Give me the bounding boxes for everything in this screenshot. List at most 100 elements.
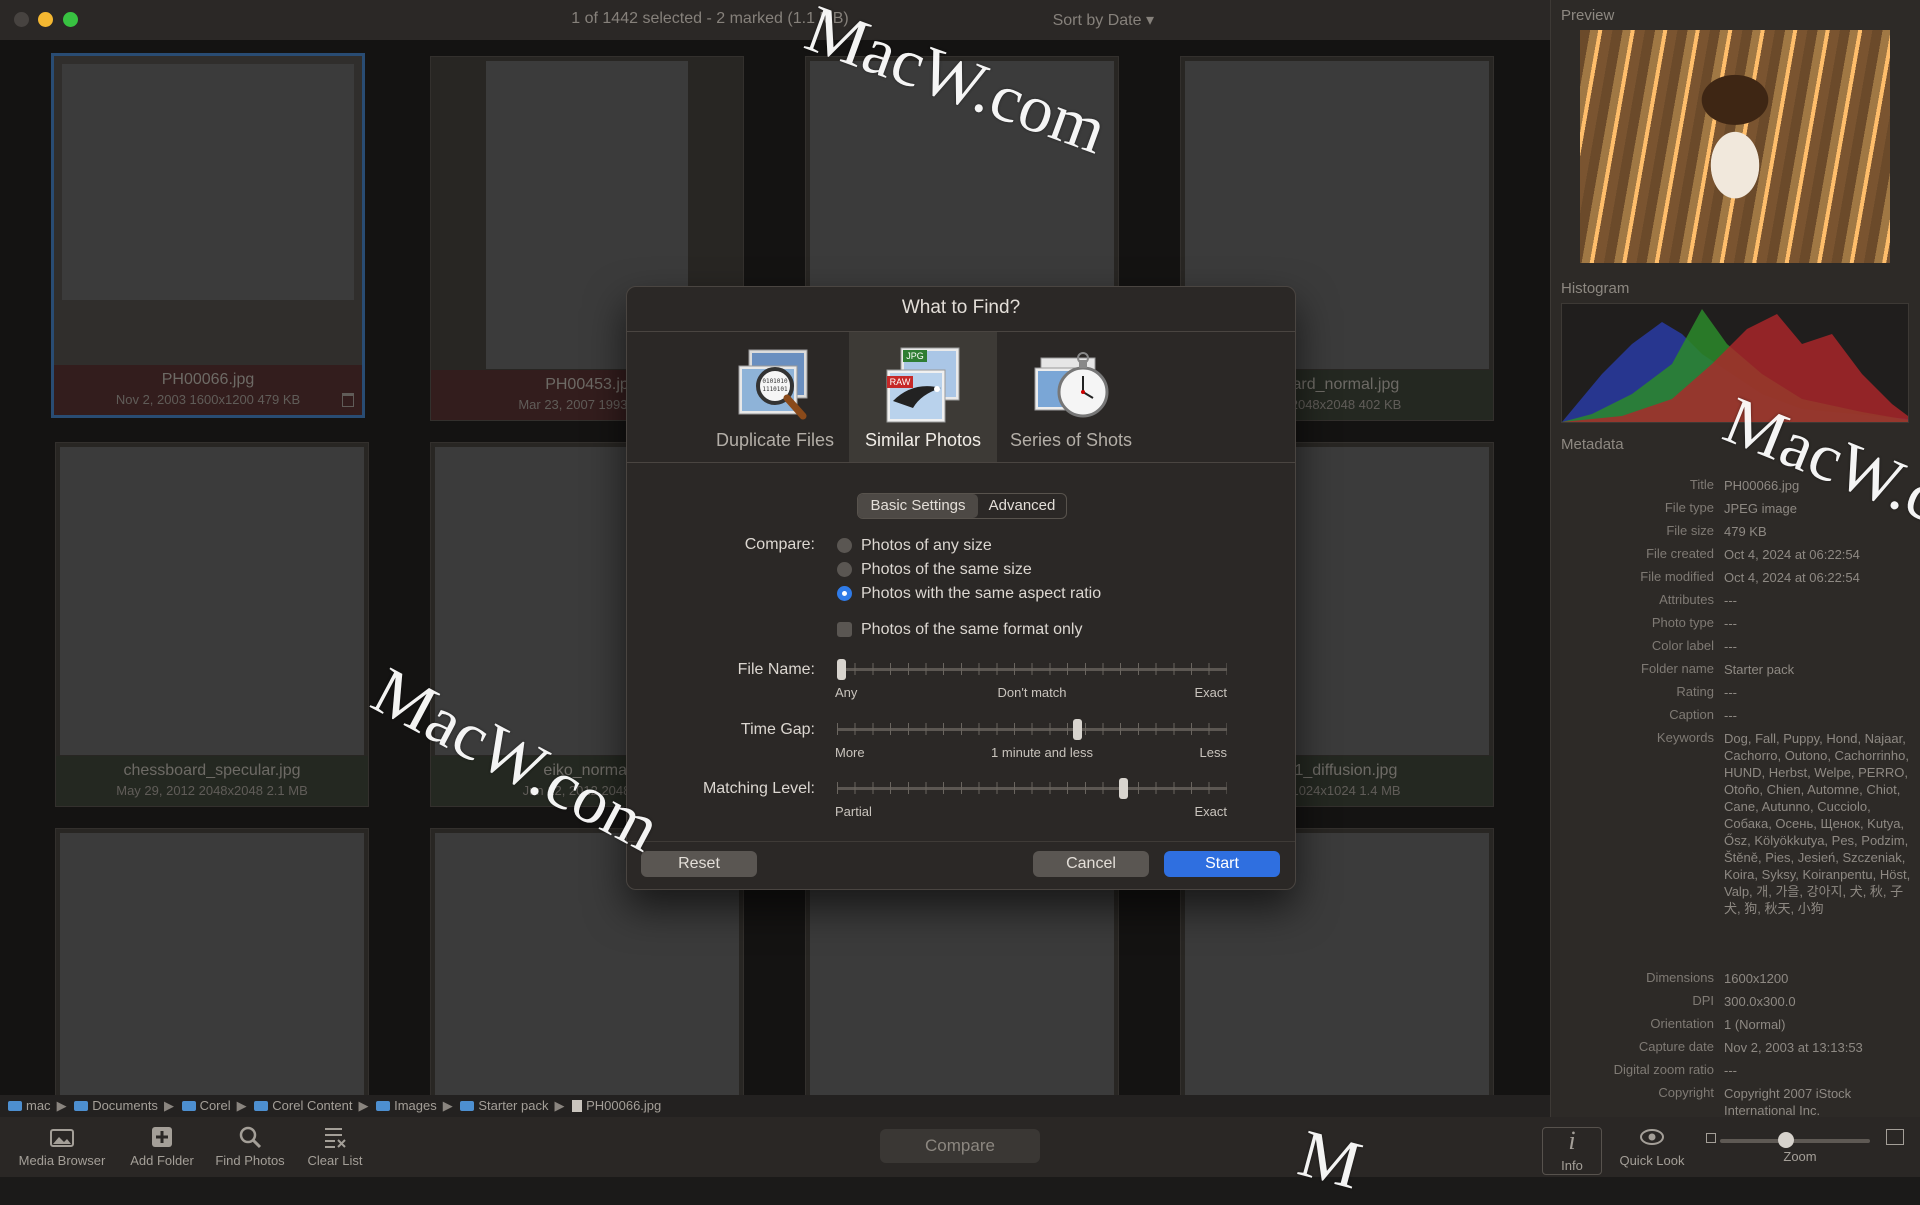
path-bar: mac ▶ Documents ▶ Corel ▶ Corel Content ▶ Im… [0,1095,1550,1117]
metadata-key: Rating [1676,684,1714,699]
info-label: Info [1561,1158,1583,1173]
radio-button-selected[interactable] [837,586,852,601]
start-button[interactable]: Start [1164,851,1280,877]
slider-knob[interactable] [1119,778,1128,799]
quick-look-button[interactable]: Quick Look [1612,1125,1692,1168]
time-gap-max-label: Less [1199,745,1227,760]
metadata-key: Keywords [1656,730,1714,745]
metadata-key: Capture date [1638,1039,1714,1054]
compare-button[interactable]: Compare [880,1129,1040,1163]
media-browser-icon [50,1129,74,1147]
slider-ticks [837,723,1227,735]
zoom-window-button[interactable] [63,12,78,27]
option-label: Photos of the same format only [861,621,1083,638]
compare-label: Compare: [744,536,815,553]
quick-look-label: Quick Look [1619,1153,1685,1168]
metadata-value: Oct 4, 2024 at 06:22:54 [1724,547,1860,562]
folder-icon [376,1101,391,1111]
metadata-header: Metadata [1561,436,1624,453]
mode-series-of-shots[interactable]: Series of Shots [997,332,1145,462]
media-browser-button[interactable]: Media Browser [14,1125,110,1168]
path-crumb[interactable]: mac [8,1095,51,1117]
metadata-value: 1 (Normal) [1724,1017,1786,1032]
checkbox[interactable] [837,622,852,637]
close-window-button[interactable] [14,12,29,27]
path-crumb-label: Starter pack [478,1098,549,1113]
add-folder-button[interactable]: Add Folder [124,1125,200,1168]
path-crumb[interactable]: Images [376,1095,437,1117]
metadata-key: Folder name [1641,661,1714,676]
slider-knob[interactable] [837,659,846,680]
path-crumb-label: Images [394,1098,437,1113]
dialog-title: What to Find? [901,297,1021,318]
clear-list-button[interactable]: Clear List [300,1125,370,1168]
title-bar: 1 of 1442 selected - 2 marked (1.1 MB) S… [0,0,1550,40]
matching-level-slider[interactable] [837,778,1227,799]
metadata-key: Photo type [1651,615,1714,630]
metadata-key: File type [1664,500,1714,515]
mode-label: Series of Shots [1009,430,1133,450]
path-crumb[interactable]: Documents [74,1095,158,1117]
metadata-key: Title [1689,477,1714,492]
path-crumb[interactable]: Corel Content [254,1095,352,1117]
mode-similar-photos[interactable]: JPG RAW Similar Photos [849,332,997,462]
tab-basic-settings[interactable]: Basic Settings [858,494,978,518]
chevron-right-icon: ▶ [442,1098,453,1113]
mode-label: Similar Photos [864,430,982,450]
radio-button[interactable] [837,562,852,577]
info-button[interactable]: i Info [1542,1127,1602,1175]
metadata-value: Copyright 2007 iStock International Inc. [1724,1086,1852,1118]
metadata-key: Orientation [1650,1016,1714,1031]
metadata-key: DPI [1692,993,1714,1008]
metadata-value: --- [1724,1063,1737,1078]
path-crumb[interactable]: PH00066.jpg [572,1095,661,1117]
divider [627,841,1295,842]
mode-duplicate-files[interactable]: 0101010 1110101 Duplicate Files [701,332,849,462]
zoom-slider-knob[interactable] [1778,1132,1794,1148]
sort-menu[interactable]: Sort by Date ▾ [1053,10,1154,30]
file-icon [572,1100,583,1112]
slider-ticks [837,663,1227,675]
svg-text:0101010: 0101010 [762,378,788,385]
time-gap-label: Time Gap: [740,721,815,738]
metadata-key: Copyright [1658,1085,1714,1100]
compare-option-any-size[interactable]: Photos of any size [837,537,992,555]
option-label: Photos of the same size [861,561,1032,578]
metadata-value: 1600x1200 [1724,971,1789,986]
path-crumb[interactable]: Starter pack [460,1095,548,1117]
reset-button[interactable]: Reset [641,851,757,877]
folder-icon [181,1101,196,1111]
tab-advanced[interactable]: Advanced [978,494,1066,518]
media-browser-label: Media Browser [18,1153,106,1168]
bottom-toolbar: Media Browser Add Folder Find Photos Cle… [0,1117,1920,1177]
metadata-value: --- [1724,616,1737,631]
compare-option-same-size[interactable]: Photos of the same size [837,561,1032,579]
find-photos-button[interactable]: Find Photos [208,1125,292,1168]
path-crumb-label: PH00066.jpg [586,1098,662,1113]
minimize-window-button[interactable] [38,12,53,27]
radio-button[interactable] [837,538,852,553]
zoom-label: Zoom [1783,1149,1817,1164]
zoom-slider[interactable] [1720,1139,1870,1143]
chevron-right-icon: ▶ [56,1098,67,1113]
compare-option-same-aspect-ratio[interactable]: Photos with the same aspect ratio [837,585,1101,603]
slider-ticks [837,782,1227,794]
divider [627,462,1295,463]
cancel-button[interactable]: Cancel [1033,851,1149,877]
path-crumb-label: mac [26,1098,51,1113]
time-gap-slider[interactable] [837,719,1227,740]
time-gap-min-label: More [835,745,865,760]
option-label: Photos of any size [861,537,992,554]
matching-level-label: Matching Level: [702,780,815,797]
chevron-right-icon: ▶ [236,1098,247,1113]
metadata-value: --- [1724,639,1737,654]
chevron-right-icon: ▶ [358,1098,369,1113]
path-crumb-label: Corel Content [272,1098,353,1113]
slider-knob[interactable] [1073,719,1082,740]
same-format-checkbox[interactable]: Photos of the same format only [837,621,1083,639]
raw-badge: RAW [890,377,911,387]
preview-header: Preview [1561,7,1615,24]
path-crumb[interactable]: Corel [181,1095,231,1117]
file-name-slider[interactable] [837,659,1227,680]
clear-list-icon [325,1128,346,1148]
